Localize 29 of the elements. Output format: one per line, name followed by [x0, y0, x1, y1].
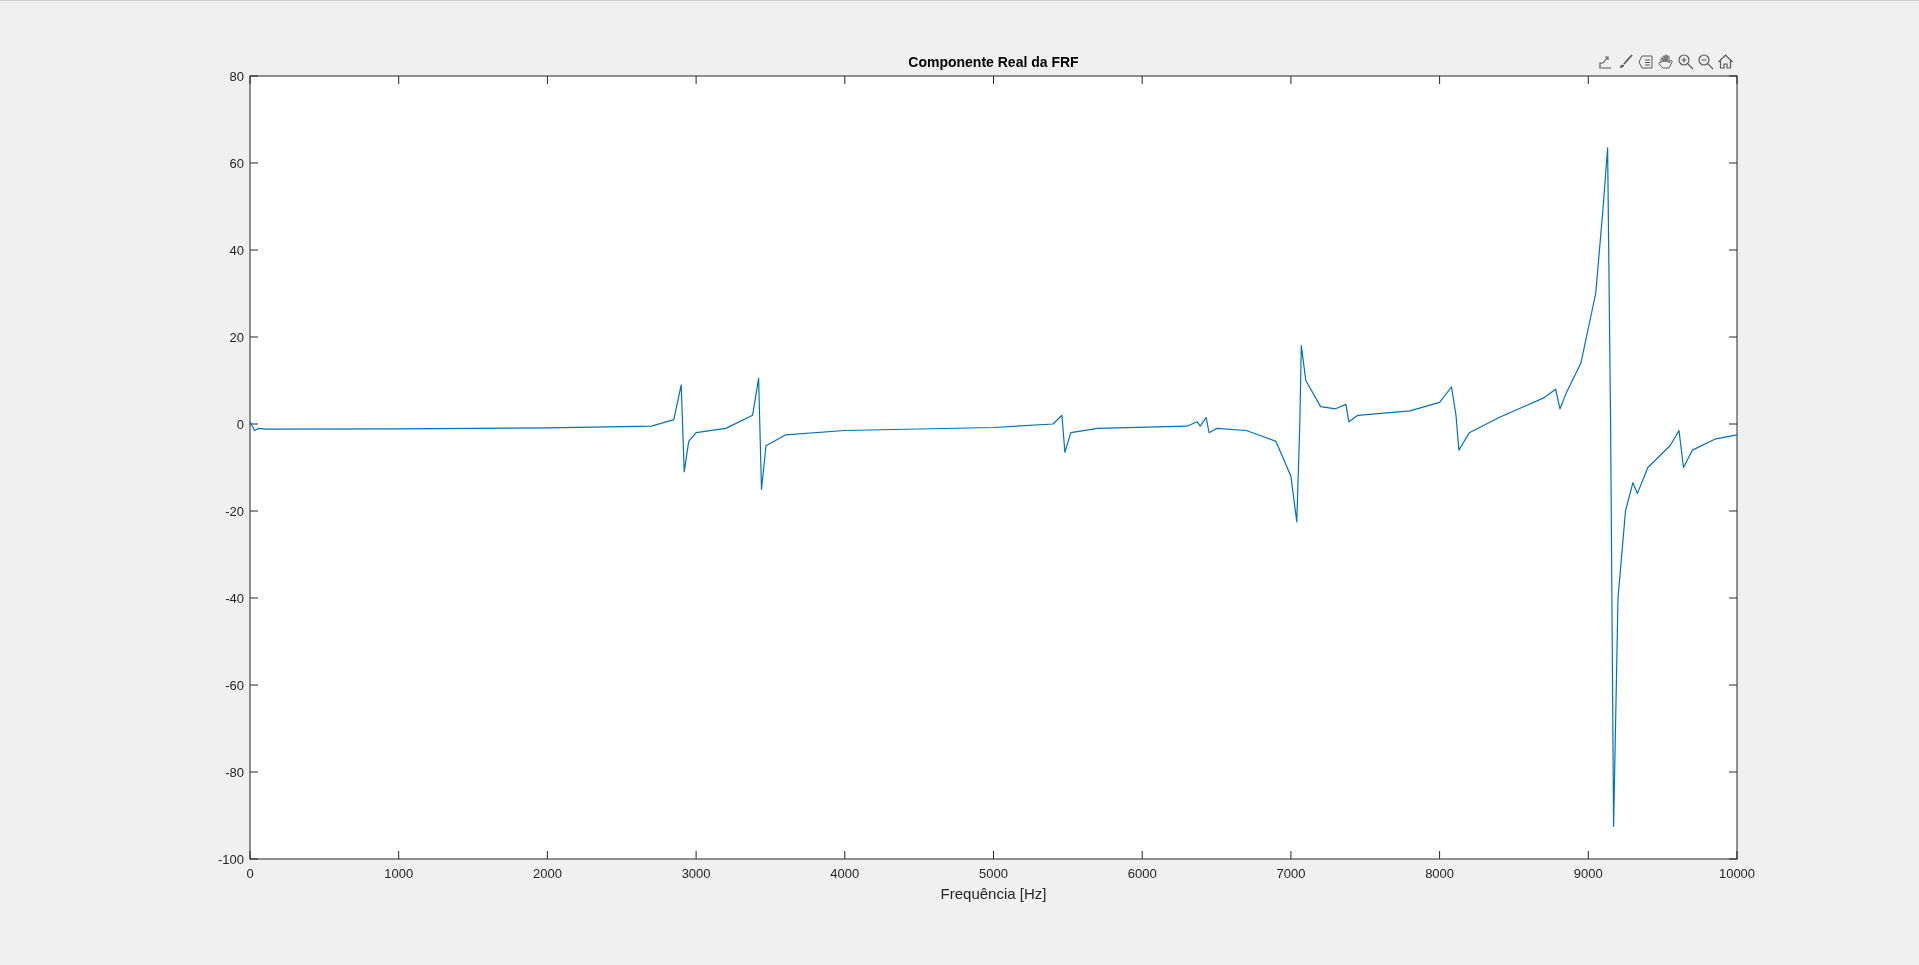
x-tick-label: 8000 — [1425, 866, 1455, 881]
y-tick-label: 40 — [229, 243, 244, 258]
x-tick-label: 9000 — [1573, 866, 1603, 881]
export-icon[interactable] — [1597, 53, 1614, 70]
y-tick-label: 0 — [236, 417, 244, 432]
y-tick-label: -60 — [225, 678, 244, 693]
x-tick-label: 3000 — [681, 866, 711, 881]
x-tick-label: 10000 — [1718, 866, 1756, 881]
x-tick-label: 0 — [246, 866, 254, 881]
y-tick-label: -40 — [225, 591, 244, 606]
x-tick-label: 5000 — [979, 866, 1008, 881]
y-tick-label: -80 — [225, 765, 244, 780]
home-icon[interactable] — [1717, 53, 1734, 70]
x-axis-label: Frequência [Hz] — [940, 885, 1047, 902]
y-tick-label: -20 — [225, 504, 244, 519]
x-tick-label: 4000 — [830, 866, 860, 881]
y-tick-label: 80 — [229, 69, 244, 84]
y-tick-label: -100 — [217, 852, 244, 867]
y-tick-label: 20 — [229, 330, 244, 345]
x-tick-label: 1000 — [384, 866, 414, 881]
zoom-in-icon[interactable] — [1677, 53, 1694, 70]
legend-icon[interactable] — [1637, 53, 1654, 70]
y-tick-label: 60 — [229, 156, 244, 171]
zoom-out-icon[interactable] — [1697, 53, 1714, 70]
x-tick-label: 6000 — [1127, 866, 1157, 881]
chart-title: Componente Real da FRF — [908, 54, 1079, 70]
brush-icon[interactable] — [1617, 53, 1634, 70]
x-tick-label: 2000 — [532, 866, 562, 881]
x-tick-label: 7000 — [1276, 866, 1306, 881]
